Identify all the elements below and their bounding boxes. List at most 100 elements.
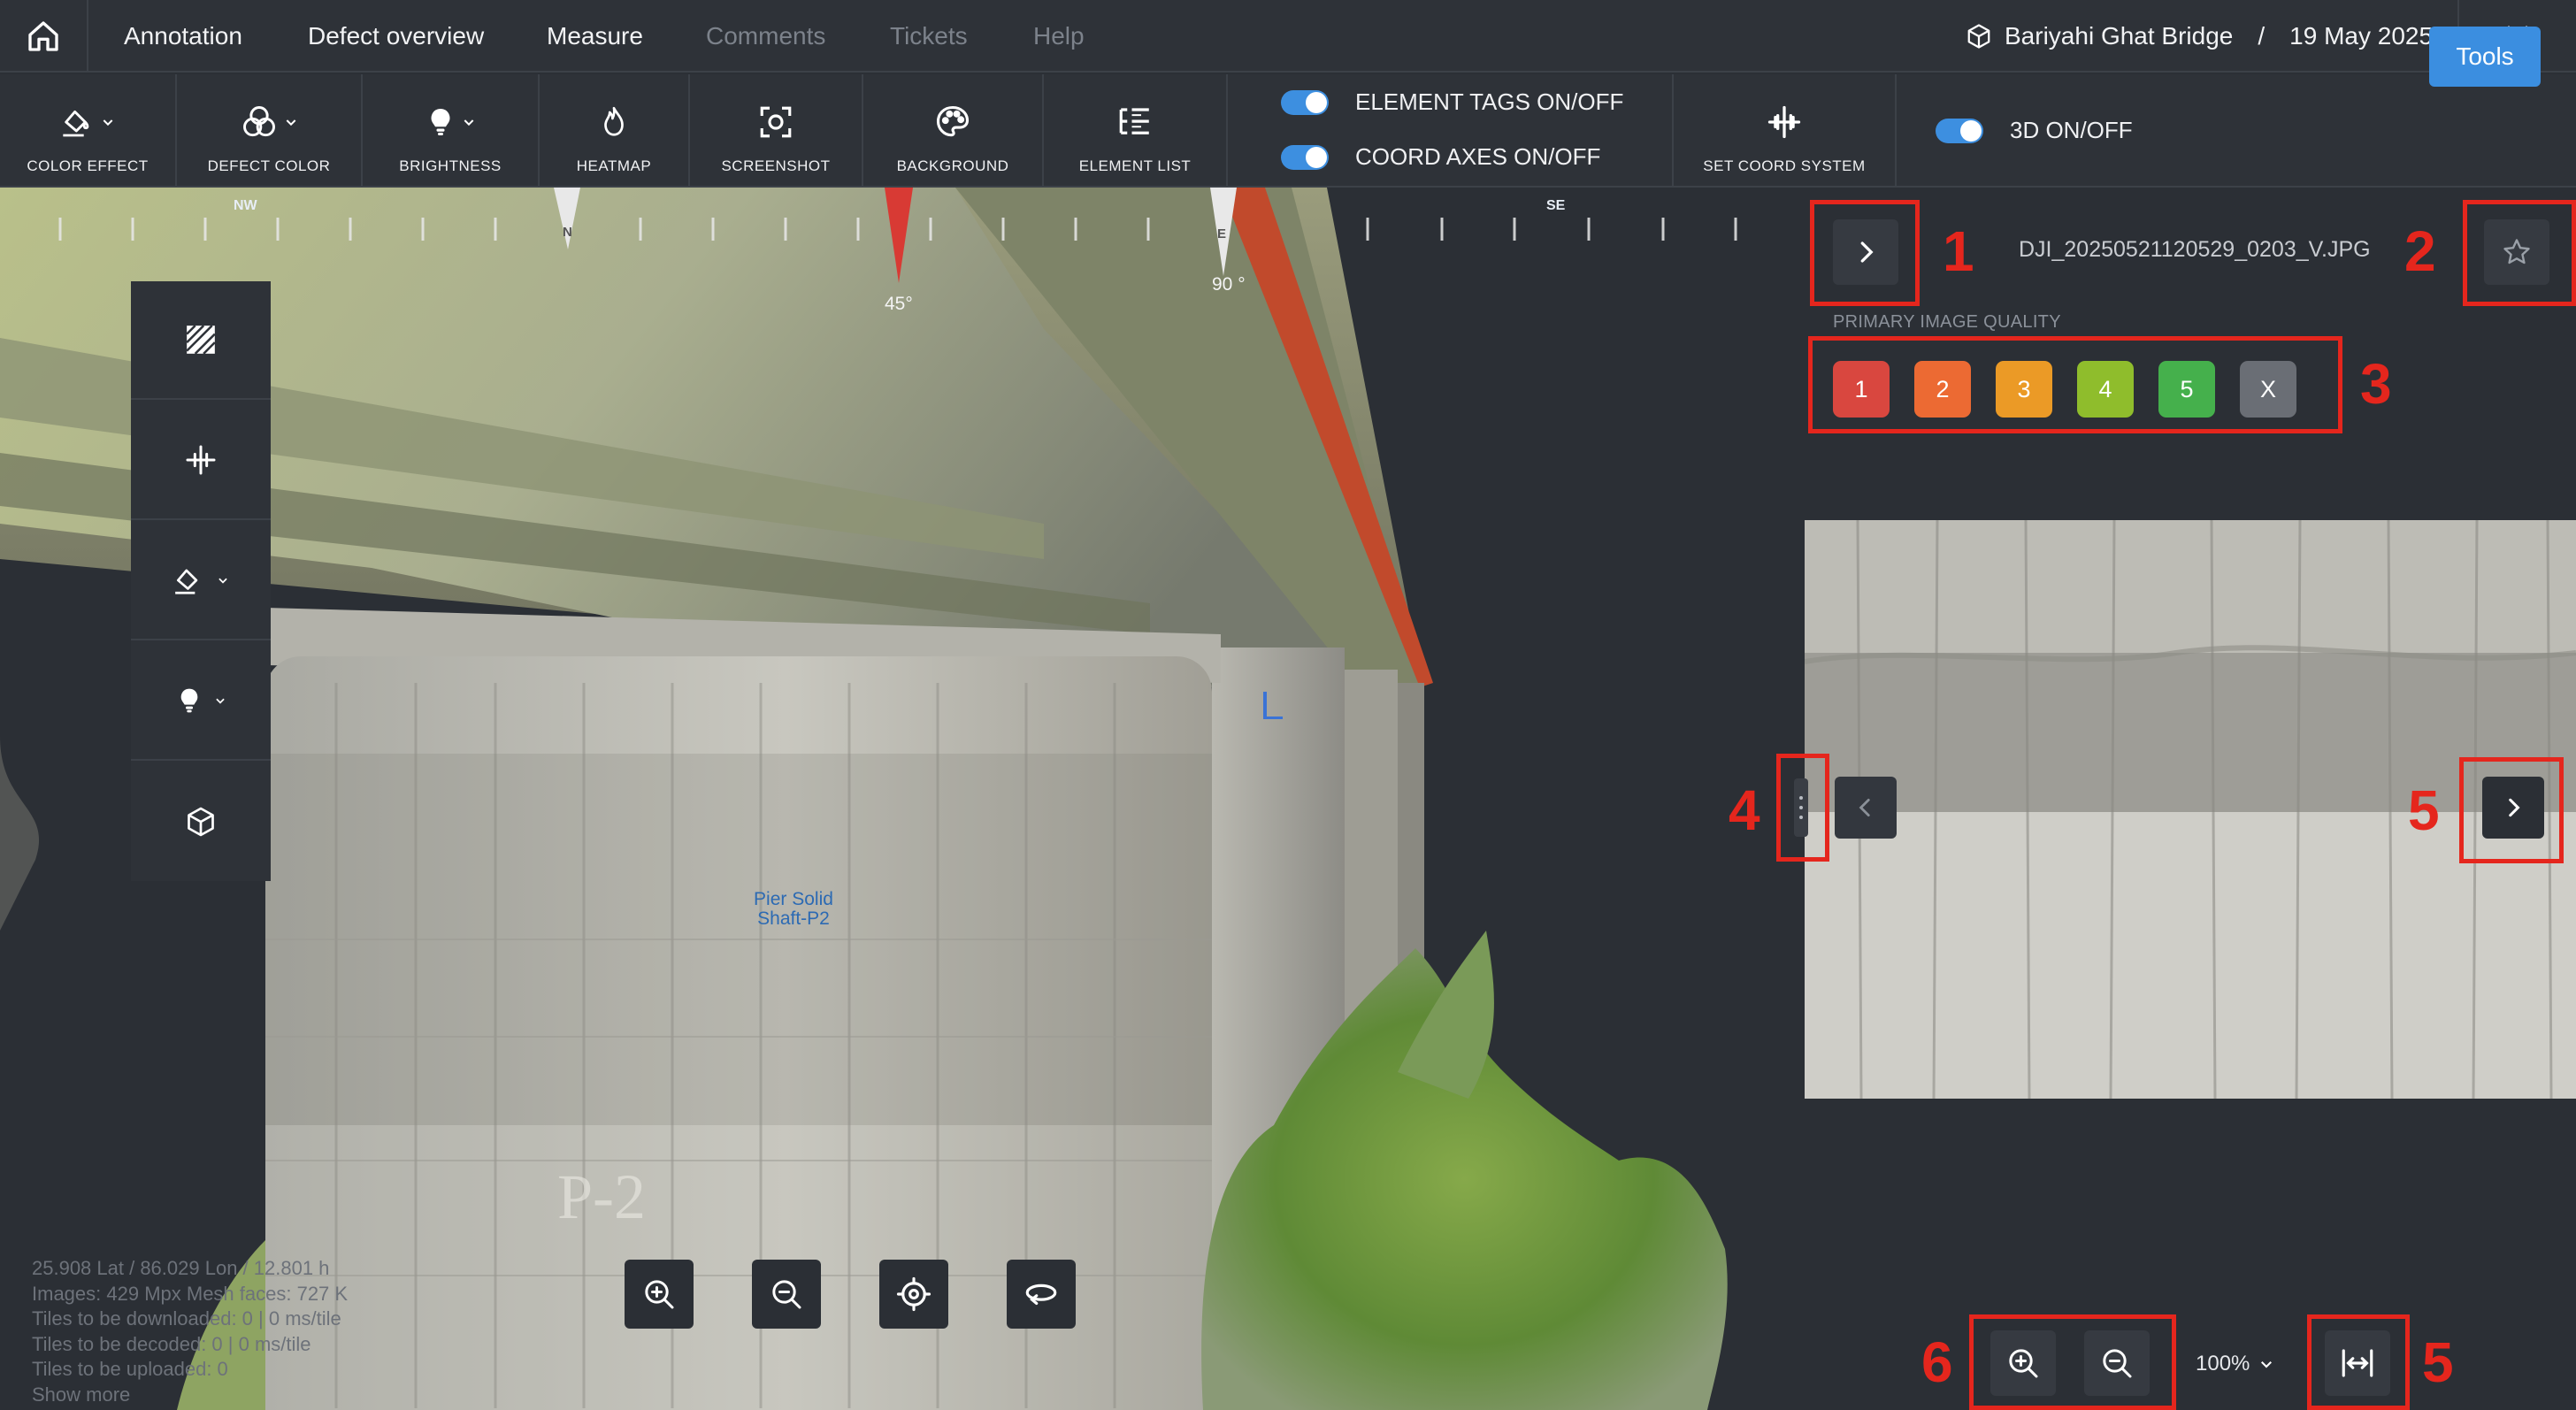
quality-option-2[interactable]: 2 xyxy=(1914,361,1971,418)
callout-label-5b: 5 xyxy=(2422,1330,2454,1394)
toggle-switch[interactable] xyxy=(1281,144,1329,170)
defect-color-tool[interactable]: DEFECT COLOR xyxy=(177,74,363,188)
callout-label-6: 6 xyxy=(1921,1330,1953,1394)
heatmap-tool[interactable]: HEATMAP xyxy=(540,74,690,188)
cube-icon xyxy=(188,807,214,837)
compass-n-label: N xyxy=(563,225,572,240)
project-breadcrumb: Bariyahi Ghat Bridge / 19 May 2025 xyxy=(1966,0,2433,73)
tool-label: COLOR EFFECT xyxy=(27,157,149,174)
nav-comments[interactable]: Comments xyxy=(706,0,825,73)
chevron-down-icon xyxy=(286,119,296,126)
color-circles-icon xyxy=(243,106,275,137)
chevron-right-icon xyxy=(2509,798,2520,817)
bridge-3d-model xyxy=(0,188,1728,1410)
toolbar: COLOR EFFECT DEFECT COLOR BRIGHTNESS HEA… xyxy=(0,74,2576,188)
image-zoom-in-button[interactable] xyxy=(1990,1330,2056,1396)
zoom-out-icon xyxy=(2103,1349,2132,1378)
background-tool[interactable]: BACKGROUND xyxy=(863,74,1044,188)
orbit-icon xyxy=(1025,1284,1057,1306)
tool-label: SCREENSHOT xyxy=(721,157,831,174)
grip-dot xyxy=(1799,796,1803,800)
nav-measure[interactable]: Measure xyxy=(547,0,643,73)
toggle-switch[interactable] xyxy=(1936,118,1983,143)
image-filename: DJI_20250521120529_0203_V.JPG xyxy=(2019,237,2371,262)
compass-e-label: E xyxy=(1217,226,1227,241)
nav-defect-overview[interactable]: Defect overview xyxy=(308,0,484,73)
toggle-label: ELEMENT TAGS ON/OFF xyxy=(1355,88,1624,115)
show-more-link[interactable]: Show more xyxy=(32,1383,348,1408)
image-zoom-out-button[interactable] xyxy=(2084,1330,2150,1396)
callout-label-3: 3 xyxy=(2360,352,2392,416)
viewport-stats: 25.908 Lat / 86.029 Lon / 12.801 h Image… xyxy=(32,1256,348,1407)
recenter-button[interactable] xyxy=(879,1260,948,1329)
screenshot-tool[interactable]: SCREENSHOT xyxy=(690,74,863,188)
palette-icon xyxy=(936,105,970,137)
callout-label-5: 5 xyxy=(2408,778,2440,842)
fit-width-button[interactable] xyxy=(2325,1330,2390,1396)
panel-resize-handle[interactable] xyxy=(1794,778,1808,837)
orbit-button[interactable] xyxy=(1007,1260,1076,1329)
color-effect-tool[interactable]: COLOR EFFECT xyxy=(0,74,177,188)
paint-bucket-icon xyxy=(63,110,89,137)
zoom-in-button[interactable] xyxy=(625,1260,694,1329)
nav-help[interactable]: Help xyxy=(1033,0,1085,73)
coord-axes-toggle[interactable]: COORD AXES ON/OFF xyxy=(1281,143,1600,171)
nav-tickets[interactable]: Tickets xyxy=(890,0,968,73)
target-icon xyxy=(896,1276,932,1312)
nav-annotation[interactable]: Annotation xyxy=(124,0,242,73)
3d-viewport[interactable]: NW N E SE 45° 90 ° Pier Solid Shaft-P2 P… xyxy=(0,188,1805,1410)
compass-heading: 45° xyxy=(885,294,913,314)
home-button[interactable] xyxy=(0,0,88,73)
tools-button[interactable]: Tools xyxy=(2429,27,2541,87)
tool-label: HEATMAP xyxy=(576,157,652,174)
project-name[interactable]: Bariyahi Ghat Bridge xyxy=(2005,22,2233,50)
element-tag-label[interactable]: Pier Solid Shaft-P2 xyxy=(745,890,842,929)
quality-label: PRIMARY IMAGE QUALITY xyxy=(1833,312,2061,332)
zoom-in-icon xyxy=(2009,1349,2038,1378)
favorite-button[interactable] xyxy=(2484,219,2549,285)
next-image-button[interactable] xyxy=(2482,777,2544,839)
axes-tool-button[interactable] xyxy=(131,402,271,520)
stats-upload: Tiles to be uploaded: 0 xyxy=(32,1358,228,1380)
previous-image-button[interactable] xyxy=(1835,777,1897,839)
project-date[interactable]: 19 May 2025 xyxy=(2289,22,2433,50)
chevron-right-icon xyxy=(1860,241,1874,263)
compass-east-degree: 90 ° xyxy=(1212,274,1246,295)
element-list-tool[interactable]: ELEMENT LIST xyxy=(1044,74,1228,188)
list-tree-icon xyxy=(1119,108,1149,134)
toggle-group: ELEMENT TAGS ON/OFF COORD AXES ON/OFF xyxy=(1228,74,1674,188)
quality-option-4[interactable]: 4 xyxy=(2077,361,2134,418)
brightness-tool[interactable]: BRIGHTNESS xyxy=(363,74,540,188)
chevron-down-icon xyxy=(218,578,227,584)
breadcrumb-separator: / xyxy=(2258,22,2266,50)
grip-dot xyxy=(1799,816,1803,819)
collapse-panel-button[interactable] xyxy=(1833,219,1898,285)
quality-option-3[interactable]: 3 xyxy=(1996,361,2052,418)
3d-toggle[interactable]: 3D ON/OFF xyxy=(1936,117,2133,144)
coord-axis-marker xyxy=(1263,692,1267,716)
callout-label-1: 1 xyxy=(1943,219,1974,283)
tool-label: BACKGROUND xyxy=(896,157,1009,174)
quality-option-1[interactable]: 1 xyxy=(1833,361,1890,418)
hatch-tool-button[interactable] xyxy=(131,281,271,400)
quality-option-5[interactable]: 5 xyxy=(2158,361,2215,418)
fit-width-icon xyxy=(2342,1349,2373,1377)
set-coord-system-tool[interactable]: SET COORD SYSTEM xyxy=(1674,74,1897,188)
zoom-out-button[interactable] xyxy=(752,1260,821,1329)
brightness-tool-button[interactable] xyxy=(131,642,271,761)
star-icon xyxy=(2503,239,2530,264)
toggle-switch[interactable] xyxy=(1281,89,1329,115)
hatch-icon xyxy=(186,325,216,355)
chevron-down-icon xyxy=(103,119,113,126)
element-tags-toggle[interactable]: ELEMENT TAGS ON/OFF xyxy=(1281,88,1623,116)
quality-option-x[interactable]: X xyxy=(2240,361,2296,418)
axes-icon xyxy=(1767,105,1801,139)
zoom-level-select[interactable]: 100% xyxy=(2196,1352,2274,1376)
tool-label: DEFECT COLOR xyxy=(207,157,331,174)
toggle-label: COORD AXES ON/OFF xyxy=(1355,143,1601,170)
flame-icon xyxy=(604,106,624,136)
screenshot-icon xyxy=(760,106,792,138)
tool-label: BRIGHTNESS xyxy=(399,157,502,174)
color-tool-button[interactable] xyxy=(131,522,271,640)
cube-tool-button[interactable] xyxy=(131,762,271,881)
